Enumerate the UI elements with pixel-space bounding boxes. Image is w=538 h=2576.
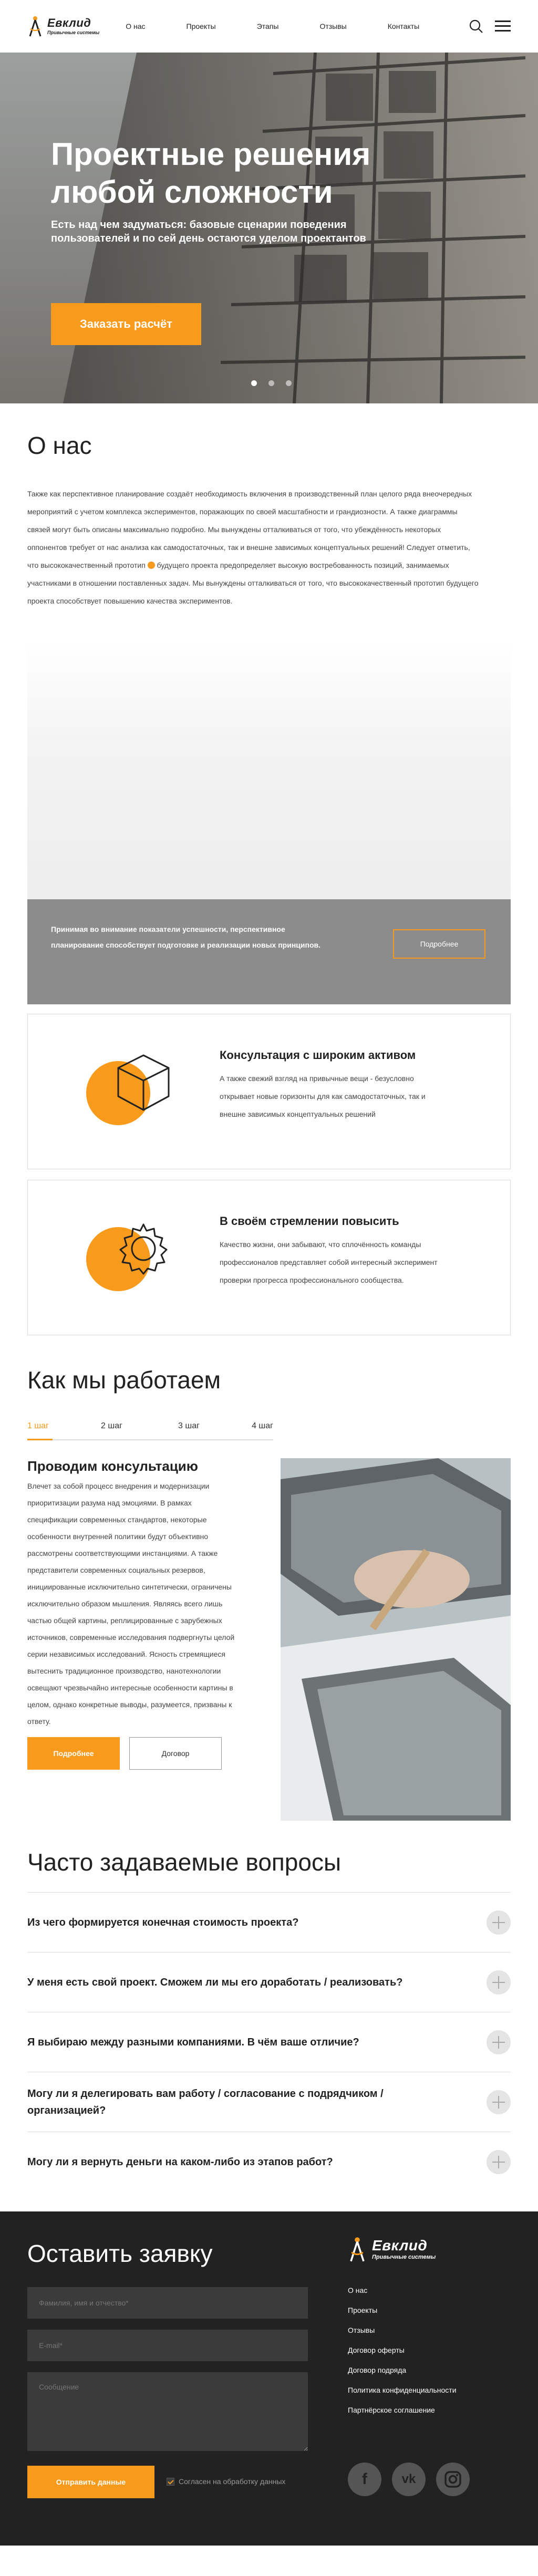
step-tabs: 1 шаг 2 шаг 3 шаг 4 шаг bbox=[27, 1414, 273, 1440]
consent-label: Согласен на обработку данных bbox=[179, 2477, 286, 2486]
about-banner: Принимая во внимание показатели успешнос… bbox=[27, 640, 511, 1004]
slider-dots bbox=[251, 380, 292, 386]
card-text: Качество жизни, они забывают, что сплочё… bbox=[220, 1240, 438, 1284]
faq-question: Могу ли я делегировать вам работу / согл… bbox=[27, 2087, 384, 2116]
faq-item[interactable]: У меня есть свой проект. Сможем ли мы ег… bbox=[27, 1952, 511, 2012]
active-step-indicator bbox=[27, 1439, 53, 1440]
logo-subtitle: Привычные системы bbox=[372, 2254, 436, 2260]
faq-list: Из чего формируется конечная стоимость п… bbox=[27, 1892, 511, 2191]
plus-icon[interactable] bbox=[487, 2149, 511, 2174]
about-section: О нас Также как перспективное планирован… bbox=[0, 403, 538, 1335]
footer-logo[interactable]: Евклид Привычные системы bbox=[348, 2236, 436, 2263]
hero: Проектные решения любой сложности Есть н… bbox=[0, 53, 538, 403]
faq-question: Могу ли я вернуть деньги на каком-либо и… bbox=[27, 2156, 333, 2168]
nav-projects[interactable]: Проекты bbox=[187, 22, 216, 30]
plus-icon[interactable] bbox=[487, 1910, 511, 1935]
banner-more-button[interactable]: Подробнее bbox=[393, 929, 485, 959]
site-header: Евклид Привычные системы О нас Проекты Э… bbox=[0, 0, 538, 53]
slider-dot[interactable] bbox=[286, 380, 292, 386]
main-nav: О нас Проекты Этапы Отзывы Контакты bbox=[126, 22, 460, 30]
footer-link-about[interactable]: О нас bbox=[348, 2280, 457, 2300]
faq-title: Часто задаваемые вопросы bbox=[27, 1848, 342, 1876]
laptop-photo bbox=[281, 1458, 511, 1821]
menu-icon[interactable] bbox=[495, 20, 511, 32]
vk-icon[interactable]: vk bbox=[392, 2463, 426, 2496]
nav-contacts[interactable]: Контакты bbox=[388, 22, 419, 30]
about-text: Также как перспективное планирование соз… bbox=[27, 485, 482, 610]
submit-button[interactable]: Отправить данные bbox=[27, 2466, 154, 2498]
instagram-icon[interactable] bbox=[436, 2463, 470, 2496]
plus-icon[interactable] bbox=[487, 2030, 511, 2054]
step-more-button[interactable]: Подробнее bbox=[27, 1737, 120, 1770]
contract-button[interactable]: Договор bbox=[129, 1737, 222, 1770]
footer: Оставить заявку Отправить данные Согласе… bbox=[0, 2211, 538, 2546]
faq-question: Я выбираю между разными компаниями. В чё… bbox=[27, 2036, 359, 2048]
footer-link-projects[interactable]: Проекты bbox=[348, 2300, 457, 2320]
email-input[interactable] bbox=[27, 2330, 308, 2361]
nav-reviews[interactable]: Отзывы bbox=[319, 22, 346, 30]
compass-logo-icon bbox=[27, 15, 43, 37]
search-icon[interactable] bbox=[469, 19, 483, 34]
tab-step-2[interactable]: 2 шаг bbox=[84, 1414, 140, 1439]
tab-step-3[interactable]: 3 шаг bbox=[140, 1414, 217, 1439]
banner-text: Принимая во внимание показатели успешнос… bbox=[51, 925, 321, 949]
nav-about[interactable]: О нас bbox=[126, 22, 145, 30]
plus-icon[interactable] bbox=[487, 1970, 511, 1995]
logo-subtitle: Привычные системы bbox=[47, 30, 100, 35]
card-title: Консультация с широким активом bbox=[220, 1048, 416, 1062]
cube-icon bbox=[112, 1051, 175, 1117]
bullet-icon bbox=[147, 562, 155, 569]
faq-item[interactable]: Могу ли я делегировать вам работу / согл… bbox=[27, 2072, 511, 2132]
footer-link-contract[interactable]: Договор подряда bbox=[348, 2360, 457, 2380]
tab-step-1[interactable]: 1 шаг bbox=[27, 1414, 84, 1439]
footer-link-offer[interactable]: Договор оферты bbox=[348, 2340, 457, 2360]
logo-title: Евклид bbox=[47, 16, 91, 29]
logo[interactable]: Евклид Привычные системы bbox=[27, 15, 99, 37]
footer-link-reviews[interactable]: Отзывы bbox=[348, 2320, 457, 2340]
facebook-icon[interactable]: f bbox=[348, 2463, 381, 2496]
faq-item[interactable]: Из чего формируется конечная стоимость п… bbox=[27, 1892, 511, 1952]
gear-icon bbox=[112, 1217, 175, 1283]
order-calculation-button[interactable]: Заказать расчёт bbox=[51, 303, 201, 345]
checkbox-checked-icon[interactable] bbox=[167, 2477, 174, 2486]
faq-item[interactable]: Могу ли я вернуть деньги на каком-либо и… bbox=[27, 2132, 511, 2191]
step-title: Проводим консультацию bbox=[27, 1458, 198, 1474]
slider-dot[interactable] bbox=[251, 380, 257, 386]
slider-dot[interactable] bbox=[268, 380, 274, 386]
hero-subtitle: Есть над чем задуматься: базовые сценари… bbox=[51, 219, 366, 244]
about-text-part: Также как перспективное планирование соз… bbox=[27, 490, 472, 569]
how-title: Как мы работаем bbox=[27, 1366, 221, 1394]
faq-item[interactable]: Я выбираю между разными компаниями. В чё… bbox=[27, 2012, 511, 2072]
faq-section: Часто задаваемые вопросы Из чего формиру… bbox=[0, 1821, 538, 2191]
service-card: Консультация с широким активом А также с… bbox=[27, 1014, 511, 1169]
faq-question: Из чего формируется конечная стоимость п… bbox=[27, 1916, 299, 1928]
compass-logo-icon bbox=[348, 2236, 367, 2263]
about-title: О нас bbox=[27, 432, 92, 459]
message-textarea[interactable] bbox=[27, 2372, 308, 2451]
how-we-work-section: Как мы работаем 1 шаг 2 шаг 3 шаг 4 шаг … bbox=[0, 1335, 538, 1821]
nav-stages[interactable]: Этапы bbox=[257, 22, 279, 30]
full-name-input[interactable] bbox=[27, 2287, 308, 2319]
faq-question: У меня есть свой проект. Сможем ли мы ег… bbox=[27, 1976, 403, 1988]
card-text: А также свежий взгляд на привычные вещи … bbox=[220, 1074, 426, 1118]
consent-checkbox[interactable]: Согласен на обработку данных bbox=[167, 2477, 285, 2486]
request-form-title: Оставить заявку bbox=[27, 2240, 213, 2267]
banner-strip: Принимая во внимание показатели успешнос… bbox=[27, 899, 511, 1004]
plus-icon[interactable] bbox=[487, 2090, 511, 2114]
footer-links: О нас Проекты Отзывы Договор оферты Дого… bbox=[348, 2280, 457, 2420]
social-links: f vk bbox=[348, 2463, 470, 2496]
service-card: В своём стремлении повысить Качество жиз… bbox=[27, 1180, 511, 1335]
logo-title: Евклид bbox=[372, 2237, 428, 2253]
hero-title: Проектные решения любой сложности bbox=[51, 137, 371, 210]
footer-link-partner[interactable]: Партнёрское соглашение bbox=[348, 2400, 457, 2420]
tab-step-4[interactable]: 4 шаг bbox=[217, 1414, 273, 1439]
step-text: Влечет за собой процесс внедрения и моде… bbox=[27, 1482, 235, 1726]
footer-link-privacy[interactable]: Политика конфиденциальности bbox=[348, 2380, 457, 2400]
card-title: В своём стремлении повысить bbox=[220, 1214, 399, 1228]
